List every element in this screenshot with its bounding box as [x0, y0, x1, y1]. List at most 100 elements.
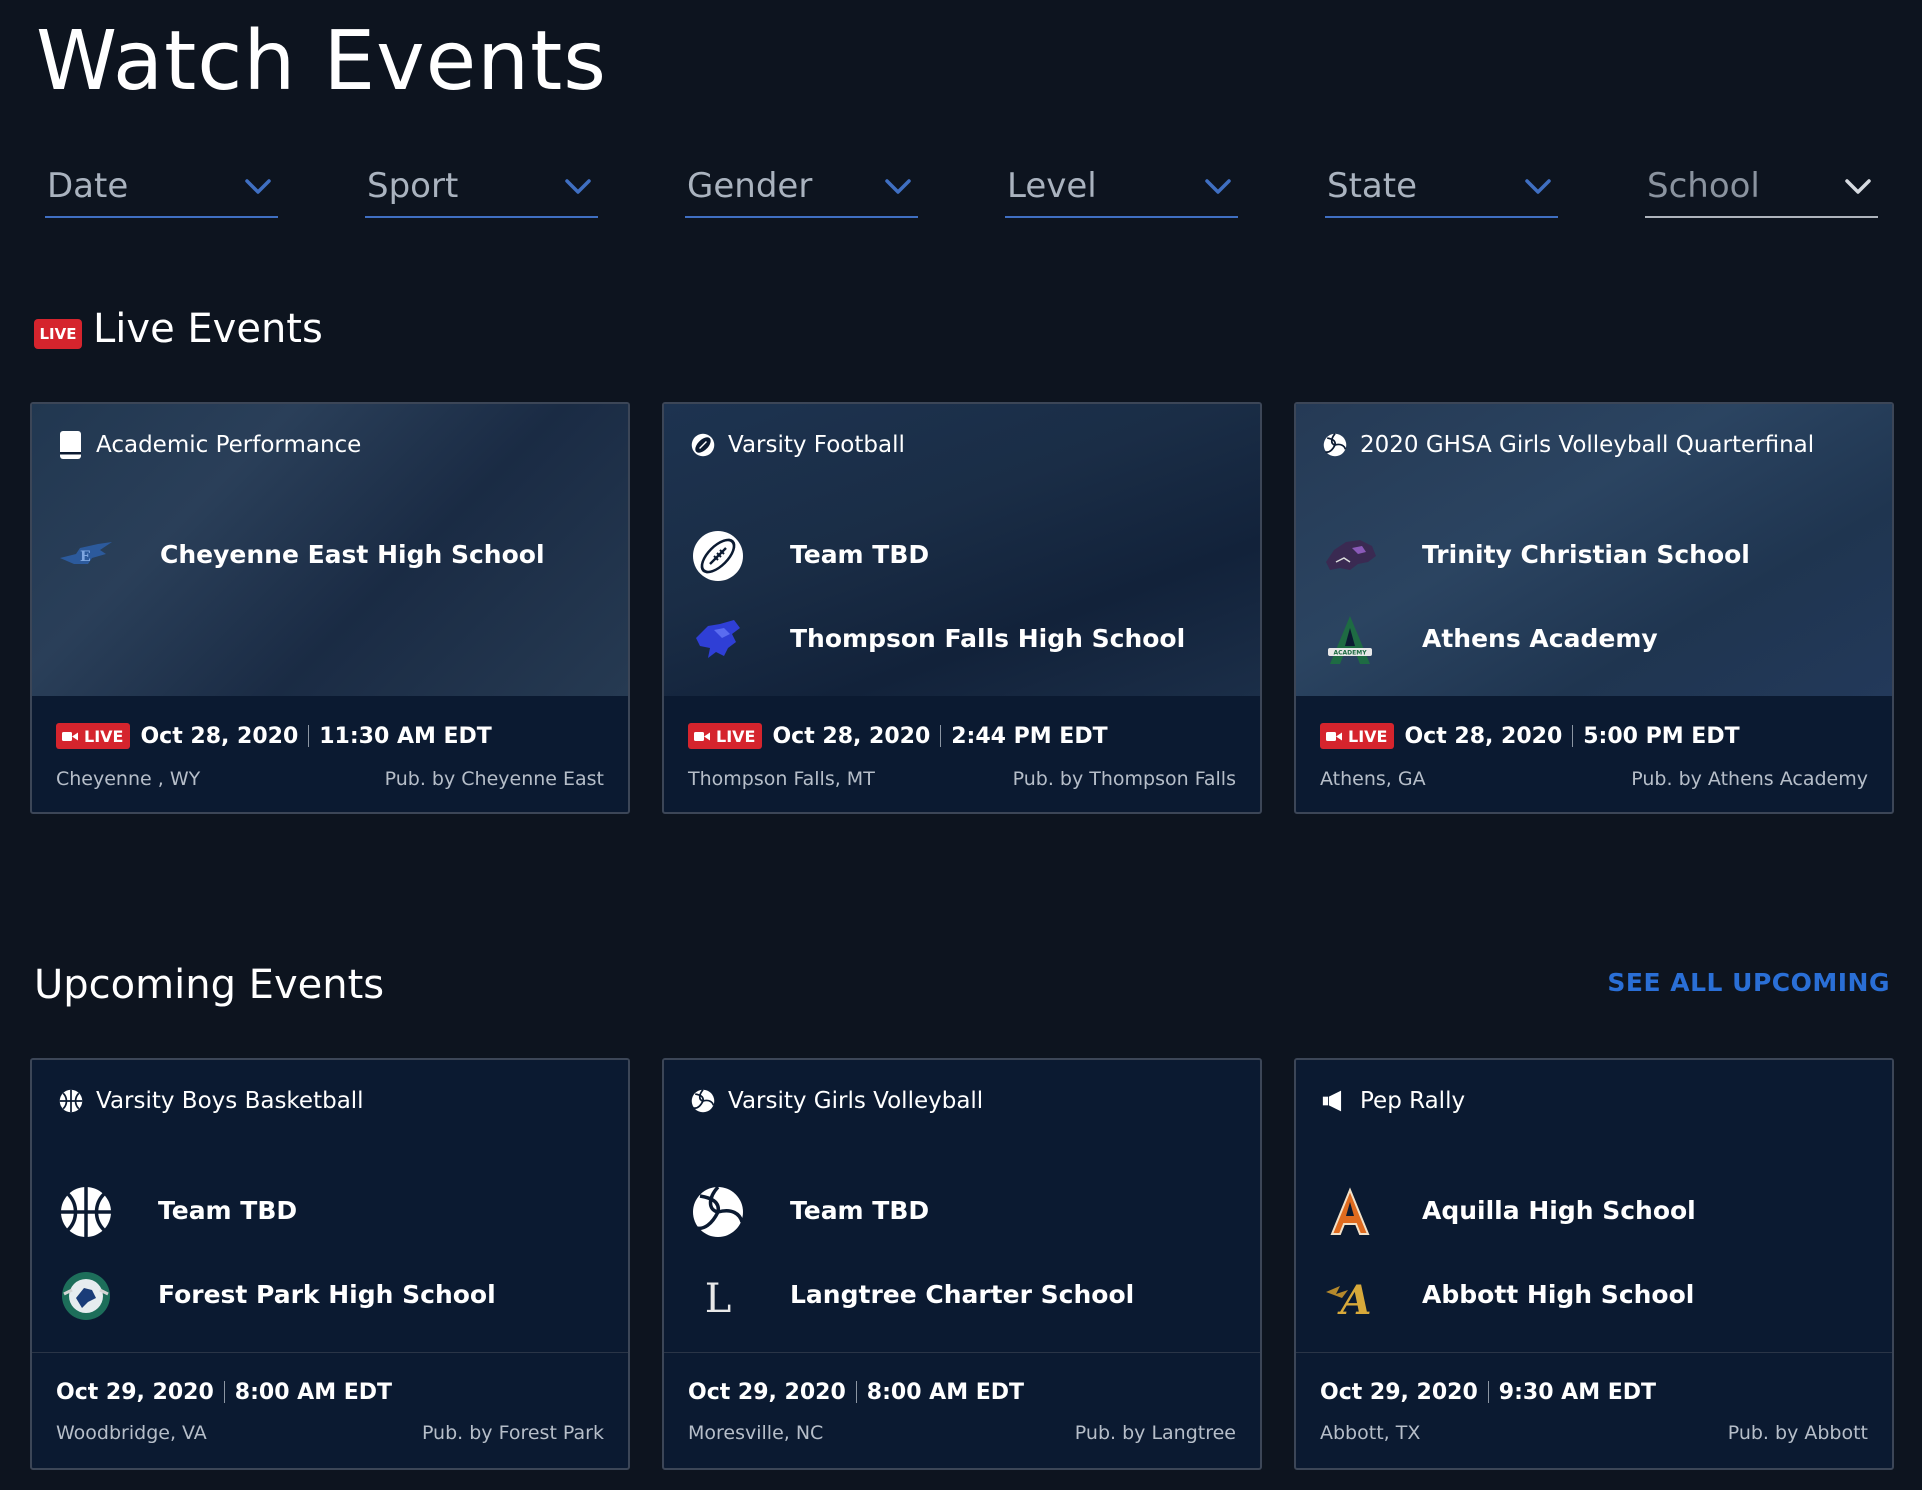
live-indicator: LIVE	[1320, 723, 1395, 749]
page-title: Watch Events	[36, 14, 607, 109]
chevron-down-icon	[885, 179, 911, 194]
chevron-down-icon	[1205, 179, 1231, 194]
card-divider	[664, 1352, 1260, 1353]
chevron-down-icon	[245, 179, 271, 194]
event-datetime: LIVE Oct 28, 2020 5:00 PM EDT	[1320, 722, 1740, 750]
team-name: Abbott High School	[1422, 1280, 1695, 1309]
team-row: Team TBD	[58, 1184, 618, 1240]
team-name: Athens Academy	[1422, 624, 1658, 653]
event-name: Varsity Boys Basketball	[96, 1088, 364, 1114]
event-datetime: LIVE Oct 28, 2020 11:30 AM EDT	[56, 722, 492, 750]
event-time: 11:30 AM EDT	[319, 723, 492, 749]
event-location: Thompson Falls, MT	[688, 768, 875, 790]
card-divider	[1296, 1352, 1892, 1353]
event-date: Oct 28, 2020	[1404, 723, 1563, 749]
event-location: Woodbridge, VA	[56, 1422, 207, 1444]
aquilla-logo	[1330, 1187, 1370, 1235]
event-date: Oct 28, 2020	[140, 723, 299, 749]
team-name: Trinity Christian School	[1422, 540, 1750, 569]
megaphone-icon	[1322, 1090, 1342, 1112]
basketball-logo	[61, 1187, 111, 1237]
athens-academy-logo: ACADEMY	[1328, 616, 1372, 664]
book-icon	[60, 431, 81, 459]
event-location: Athens, GA	[1320, 768, 1426, 790]
event-publisher: Pub. by Abbott	[1727, 1422, 1868, 1444]
trinity-christian-logo	[1326, 540, 1376, 570]
volleyball-icon	[691, 1089, 715, 1113]
filter-state[interactable]: State	[1325, 160, 1558, 218]
team-row: Team TBD	[690, 528, 1250, 584]
camera-icon	[694, 731, 710, 741]
event-publisher: Pub. by Cheyenne East	[384, 768, 604, 790]
filter-level-label: Level	[1007, 166, 1097, 206]
event-name: Varsity Girls Volleyball	[728, 1088, 984, 1114]
live-events-heading: Live Events	[93, 306, 323, 352]
event-name: Academic Performance	[96, 432, 362, 458]
svg-text:A: A	[1336, 1277, 1371, 1324]
team-name: Team TBD	[790, 540, 930, 569]
card-divider	[32, 1352, 628, 1353]
team-row: E Cheyenne East High School	[58, 528, 618, 584]
filter-school-label: School	[1647, 166, 1760, 206]
team-name: Cheyenne East High School	[160, 540, 545, 569]
event-name: 2020 GHSA Girls Volleyball Quarterfinal	[1360, 432, 1815, 458]
filter-sport-label: Sport	[367, 166, 459, 206]
event-datetime: Oct 29, 2020 8:00 AM EDT	[56, 1378, 392, 1406]
team-row: Trinity Christian School	[1322, 528, 1882, 584]
live-indicator: LIVE	[688, 723, 763, 749]
filter-state-label: State	[1327, 166, 1417, 206]
chevron-down-icon	[565, 179, 591, 194]
event-time: 8:00 AM EDT	[866, 1379, 1025, 1405]
event-publisher: Pub. by Thompson Falls	[1012, 768, 1236, 790]
event-time: 8:00 AM EDT	[234, 1379, 393, 1405]
live-event-card[interactable]: Varsity Football Team TBD Thompson Falls…	[662, 402, 1262, 814]
svg-text:L: L	[705, 1276, 732, 1322]
team-row: L Langtree Charter School	[690, 1268, 1250, 1324]
thompson-falls-logo	[696, 620, 740, 658]
event-datetime: LIVE Oct 28, 2020 2:44 PM EDT	[688, 722, 1108, 750]
event-date: Oct 29, 2020	[688, 1379, 846, 1405]
team-name: Forest Park High School	[158, 1280, 496, 1309]
live-event-card[interactable]: Academic Performance E Cheyenne East Hig…	[30, 402, 630, 814]
team-name: Thompson Falls High School	[790, 624, 1186, 653]
see-all-upcoming-link[interactable]: SEE ALL UPCOMING	[1607, 968, 1890, 997]
team-row: Thompson Falls High School	[690, 612, 1250, 668]
upcoming-event-card[interactable]: Pep Rally Aquilla High School A Abbott H…	[1294, 1058, 1894, 1470]
svg-text:ACADEMY: ACADEMY	[1333, 650, 1367, 657]
football-logo	[693, 531, 743, 581]
chevron-down-icon	[1845, 179, 1871, 194]
event-publisher: Pub. by Athens Academy	[1631, 768, 1868, 790]
live-event-card[interactable]: 2020 GHSA Girls Volleyball Quarterfinal …	[1294, 402, 1894, 814]
team-name: Team TBD	[790, 1196, 930, 1225]
event-datetime: Oct 29, 2020 9:30 AM EDT	[1320, 1378, 1656, 1406]
team-row: A Abbott High School	[1322, 1268, 1882, 1324]
filter-gender-label: Gender	[687, 166, 813, 206]
team-row: ACADEMY Athens Academy	[1322, 612, 1882, 668]
event-date: Oct 29, 2020	[1320, 1379, 1478, 1405]
live-badge: LIVE	[34, 319, 82, 349]
team-row: Team TBD	[690, 1184, 1250, 1240]
football-icon	[691, 433, 715, 457]
forest-park-logo	[62, 1272, 110, 1320]
filter-school[interactable]: School	[1645, 160, 1878, 218]
upcoming-event-card[interactable]: Varsity Girls Volleyball Team TBD L Lang…	[662, 1058, 1262, 1470]
event-time: 2:44 PM EDT	[951, 723, 1108, 749]
cheyenne-east-logo: E	[60, 542, 112, 565]
upcoming-events-heading: Upcoming Events	[34, 962, 385, 1008]
chevron-down-icon	[1525, 179, 1551, 194]
event-location: Abbott, TX	[1320, 1422, 1421, 1444]
team-row: Forest Park High School	[58, 1268, 618, 1324]
upcoming-event-card[interactable]: Varsity Boys Basketball Team TBD Forest …	[30, 1058, 630, 1470]
event-time: 5:00 PM EDT	[1583, 723, 1740, 749]
volleyball-icon	[1323, 433, 1347, 457]
event-time: 9:30 AM EDT	[1498, 1379, 1657, 1405]
filter-gender[interactable]: Gender	[685, 160, 918, 218]
event-datetime: Oct 29, 2020 8:00 AM EDT	[688, 1378, 1024, 1406]
filter-bar: Date Sport Gender Level State School	[45, 160, 1878, 220]
langtree-logo: L	[705, 1276, 732, 1322]
filter-level[interactable]: Level	[1005, 160, 1238, 218]
abbott-logo: A	[1326, 1277, 1372, 1324]
filter-sport[interactable]: Sport	[365, 160, 598, 218]
filter-date[interactable]: Date	[45, 160, 278, 218]
event-name: Pep Rally	[1360, 1088, 1466, 1114]
